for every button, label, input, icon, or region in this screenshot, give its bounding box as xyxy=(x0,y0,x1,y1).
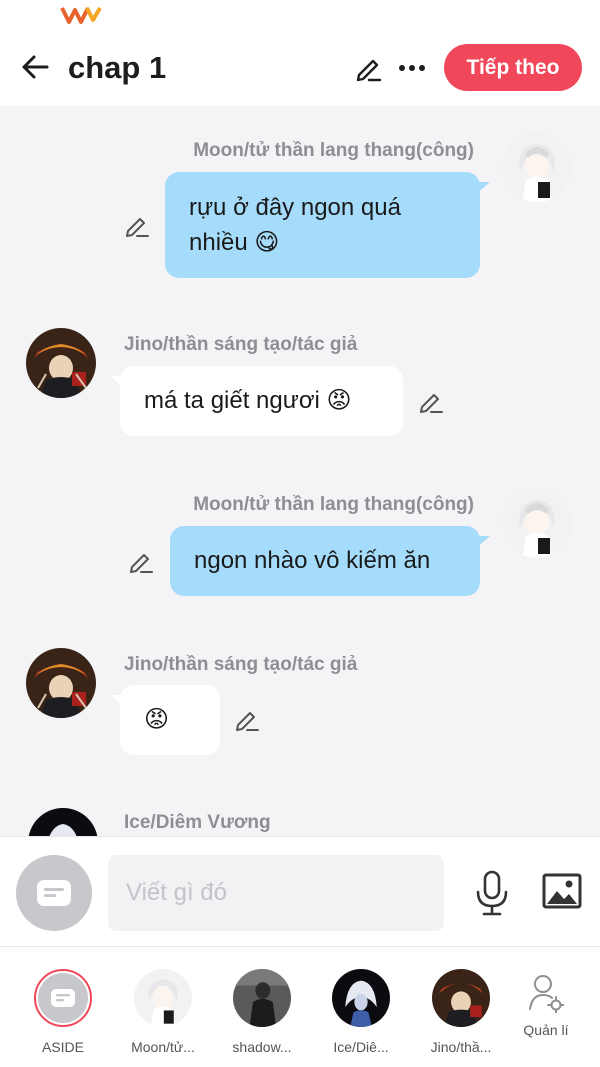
manage-user-icon xyxy=(529,975,565,1014)
message-bubble: má ta giết ngươi 😡 xyxy=(110,366,403,436)
character-label: Jino/thầ... xyxy=(430,1039,492,1055)
jino-avatar-icon xyxy=(26,328,96,398)
message-composer xyxy=(0,836,600,946)
manage-characters[interactable]: Quản lí xyxy=(498,969,594,1038)
avatar-moon[interactable] xyxy=(502,132,572,202)
character-ice[interactable]: Ice/Diê... xyxy=(313,969,409,1055)
pencil-icon xyxy=(236,712,259,731)
message-text: 😡 xyxy=(144,706,170,733)
aside-avatar xyxy=(34,969,92,1027)
chat-message: Moon/tử thần lang thang(công) ngon nhào … xyxy=(0,460,600,610)
character-label: ASIDE xyxy=(41,1039,84,1055)
character-selector: ASIDE Moon/tử... shadow... Ice/Diê... Ji… xyxy=(0,946,600,1067)
voice-input-button[interactable] xyxy=(470,867,514,919)
character-shadow[interactable]: shadow... xyxy=(214,969,310,1055)
image-icon xyxy=(542,873,582,909)
chat-message: Moon/tử thần lang thang(công) rựu ở đây … xyxy=(0,106,600,296)
character-label: Ice/Diê... xyxy=(333,1039,389,1055)
pencil-icon xyxy=(130,554,153,573)
character-label: Moon/tử... xyxy=(131,1039,195,1055)
avatar xyxy=(332,969,390,1027)
edit-message-button[interactable] xyxy=(416,386,446,416)
avatar-moon[interactable] xyxy=(502,488,572,558)
character-moon[interactable]: Moon/tử... xyxy=(115,969,211,1055)
moon-avatar-icon xyxy=(502,132,572,202)
chat-message: Jino/thần sáng tạo/tác giả 😡 xyxy=(0,626,600,766)
edit-message-button[interactable] xyxy=(122,210,152,240)
message-text: má ta giết ngươi 😡 xyxy=(144,387,352,414)
character-jino[interactable]: Jino/thầ... xyxy=(413,969,509,1055)
jino-avatar-icon xyxy=(432,969,490,1027)
top-app-bar: chap 1 Tiếp theo xyxy=(0,30,600,106)
chat-message: Jino/thần sáng tạo/tác giả má ta giết ng… xyxy=(0,306,600,446)
message-text: rựu ở đây ngon quá xyxy=(189,194,401,221)
message-text: ngon nhào vô kiếm ăn xyxy=(194,547,431,574)
chat-bubble-icon xyxy=(37,880,71,906)
message-bubble: ngon nhào vô kiếm ăn xyxy=(170,526,490,596)
edit-chapter-button[interactable] xyxy=(348,48,388,88)
back-button[interactable] xyxy=(14,46,56,88)
ice-avatar-icon xyxy=(28,808,98,836)
message-bubble: 😡 xyxy=(110,685,220,755)
more-options-button[interactable] xyxy=(392,48,432,88)
insert-image-button[interactable] xyxy=(540,871,584,911)
avatar xyxy=(233,969,291,1027)
character-label: shadow... xyxy=(232,1039,292,1055)
aside-button[interactable] xyxy=(16,855,92,931)
avatar-jino[interactable] xyxy=(26,648,96,718)
avatar-ice[interactable] xyxy=(28,808,98,836)
message-text: nhiều 😋 xyxy=(189,229,280,256)
pencil-icon xyxy=(126,218,149,237)
pencil-icon xyxy=(420,394,443,413)
next-button[interactable]: Tiếp theo xyxy=(444,44,582,91)
chat-message: Ice/Diêm Vương xyxy=(0,786,600,836)
chat-bubble-icon xyxy=(51,989,75,1007)
sender-name: Ice/Diêm Vương xyxy=(124,812,271,833)
character-label: Quản lí xyxy=(523,1022,569,1038)
sender-name: Moon/tử thần lang thang(công) xyxy=(193,140,474,161)
avatar xyxy=(432,969,490,1027)
moon-avatar-icon xyxy=(502,488,572,558)
shadow-avatar-icon xyxy=(233,969,291,1027)
more-dots-icon xyxy=(399,65,425,71)
character-aside[interactable]: ASIDE xyxy=(15,969,111,1055)
jino-avatar-icon xyxy=(26,648,96,718)
microphone-icon xyxy=(476,870,508,916)
carrier-logo-icon xyxy=(60,6,102,24)
chat-area[interactable]: Moon/tử thần lang thang(công) rựu ở đây … xyxy=(0,106,600,836)
message-bubble: rựu ở đây ngon quá nhiều 😋 xyxy=(165,172,490,278)
message-input[interactable] xyxy=(108,855,444,931)
page-title: chap 1 xyxy=(68,50,167,85)
pencil-icon xyxy=(356,59,382,82)
arrow-left-icon xyxy=(22,55,49,79)
moon-avatar-icon xyxy=(134,969,192,1027)
edit-message-button[interactable] xyxy=(232,704,262,734)
edit-message-button[interactable] xyxy=(126,546,156,576)
status-bar xyxy=(0,0,600,30)
sender-name: Jino/thần sáng tạo/tác giả xyxy=(124,654,358,675)
ice-avatar-icon xyxy=(332,969,390,1027)
sender-name: Moon/tử thần lang thang(công) xyxy=(193,494,474,515)
sender-name: Jino/thần sáng tạo/tác giả xyxy=(124,334,358,355)
avatar-jino[interactable] xyxy=(26,328,96,398)
avatar xyxy=(134,969,192,1027)
